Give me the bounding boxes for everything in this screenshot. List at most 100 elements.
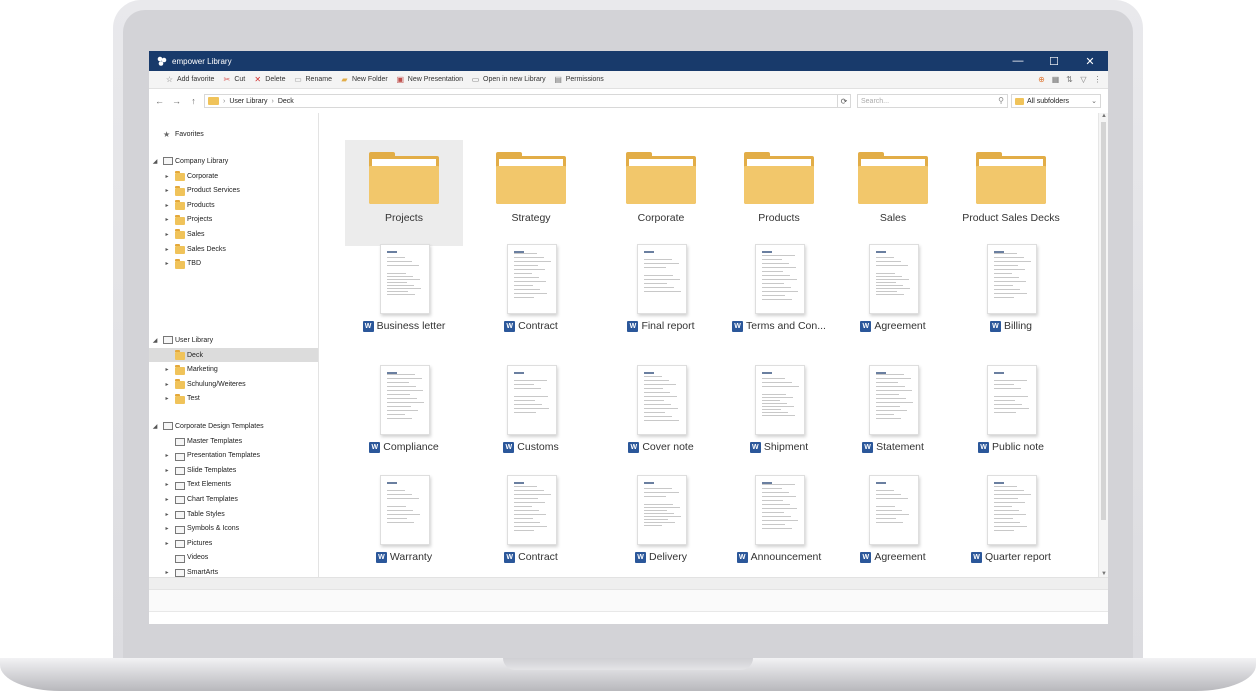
delete-button[interactable]: ✕ Delete	[253, 75, 285, 84]
folder-corporate[interactable]: Corporate	[602, 140, 720, 246]
rename-button[interactable]: ▭ Rename	[294, 75, 332, 84]
expand-arrow-icon[interactable]: ▸	[163, 231, 171, 238]
tree-item-chart-templates[interactable]: ▸ Chart Templates	[149, 492, 318, 506]
expand-arrow-icon[interactable]: ▸	[163, 202, 171, 209]
document-public-note[interactable]: W Public note	[952, 365, 1070, 465]
document-contract[interactable]: W Contract	[472, 244, 590, 344]
document-customs[interactable]: W Customs	[472, 365, 590, 465]
document-label: Customs	[517, 441, 559, 453]
tree-item-projects[interactable]: ▸ Projects	[149, 213, 318, 227]
scroll-thumb[interactable]	[1101, 122, 1106, 520]
maximize-button[interactable]: ☐	[1036, 51, 1072, 71]
folder-strategy[interactable]: Strategy	[472, 140, 590, 246]
forward-button[interactable]: →	[170, 96, 183, 106]
document-contract[interactable]: W Contract	[472, 475, 590, 575]
tree-item-products[interactable]: ▸ Products	[149, 198, 318, 212]
open-in-new-library-button[interactable]: ▭ Open in new Library	[471, 75, 546, 84]
document-compliance[interactable]: W Compliance	[345, 365, 463, 465]
tree-item-symbols-icons[interactable]: ▸ Symbols & Icons	[149, 522, 318, 536]
expand-arrow-icon[interactable]: ▸	[163, 481, 171, 488]
expand-arrow-icon[interactable]: ▸	[163, 540, 171, 547]
tree-item-tbd[interactable]: ▸ TBD	[149, 257, 318, 271]
tree-item-schulung-weiteres[interactable]: ▸ Schulung/Weiteres	[149, 377, 318, 391]
new-folder-button[interactable]: ▰ New Folder	[340, 75, 387, 84]
expand-arrow-icon[interactable]: ▸	[163, 467, 171, 474]
permissions-button[interactable]: ▤ Permissions	[554, 75, 603, 84]
cut-button[interactable]: ✂ Cut	[222, 75, 246, 84]
tree-item-marketing[interactable]: ▸ Marketing	[149, 363, 318, 377]
expand-arrow-icon[interactable]: ▸	[163, 452, 171, 459]
breadcrumb-user-library[interactable]: User Library	[229, 98, 267, 105]
tree-item-slide-templates[interactable]: ▸ Slide Templates	[149, 463, 318, 477]
document-statement[interactable]: W Statement	[834, 365, 952, 465]
filter-icon[interactable]: ▽	[1079, 74, 1088, 84]
expand-arrow-icon[interactable]: ▸	[163, 395, 171, 402]
tree-item-product-services[interactable]: ▸ Product Services	[149, 184, 318, 198]
expand-arrow-icon[interactable]: ▸	[163, 187, 171, 194]
view-icon[interactable]: ▦	[1051, 74, 1060, 84]
document-terms-and-con[interactable]: W Terms and Con...	[720, 244, 838, 344]
up-button[interactable]: ↑	[187, 96, 200, 106]
tree-item-table-styles[interactable]: ▸ Table Styles	[149, 507, 318, 521]
breadcrumb-deck[interactable]: Deck	[278, 98, 294, 105]
tree-item-favorites[interactable]: ★ Favorites	[149, 127, 318, 141]
sort-icon[interactable]: ⇅	[1065, 74, 1074, 84]
tree-item-corporate-design-templates[interactable]: ◢ Corporate Design Templates	[149, 419, 318, 433]
permissions-icon: ▤	[554, 75, 562, 84]
tree-item-deck[interactable]: Deck	[149, 348, 318, 362]
expand-arrow-icon[interactable]: ▸	[163, 216, 171, 223]
scroll-up-icon[interactable]: ▲	[1100, 113, 1108, 119]
folder-product-sales-decks[interactable]: Product Sales Decks	[952, 140, 1070, 246]
vertical-scrollbar[interactable]: ▲ ▼	[1098, 113, 1108, 577]
back-button[interactable]: ←	[153, 96, 166, 106]
tree-item-company-library[interactable]: ◢ Company Library	[149, 154, 318, 168]
expand-arrow-icon[interactable]: ▸	[163, 496, 171, 503]
document-quarter-report[interactable]: W Quarter report	[952, 475, 1070, 575]
expand-arrow-icon[interactable]: ▸	[163, 511, 171, 518]
document-cover-note[interactable]: W Cover note	[602, 365, 720, 465]
scope-dropdown[interactable]: All subfolders ⌄	[1011, 94, 1101, 108]
tree-item-master-templates[interactable]: Master Templates	[149, 434, 318, 448]
globe-icon[interactable]: ⊕	[1037, 74, 1046, 84]
minimize-button[interactable]: —	[1000, 51, 1036, 71]
document-final-report[interactable]: W Final report	[602, 244, 720, 344]
search-input[interactable]: Search... ⚲	[857, 94, 1008, 108]
document-shipment[interactable]: W Shipment	[720, 365, 838, 465]
collapse-arrow-icon[interactable]: ◢	[151, 423, 159, 430]
expand-arrow-icon[interactable]: ▸	[163, 569, 171, 576]
tree-item-corporate[interactable]: ▸ Corporate	[149, 169, 318, 183]
tree-item-pictures[interactable]: ▸ Pictures	[149, 536, 318, 550]
tree-item-text-elements[interactable]: ▸ Text Elements	[149, 478, 318, 492]
add-favorite-button[interactable]: ☆ Add favorite	[165, 75, 214, 84]
collapse-arrow-icon[interactable]: ◢	[151, 337, 159, 344]
document-warranty[interactable]: W Warranty	[345, 475, 463, 575]
tree-item-test[interactable]: ▸ Test	[149, 392, 318, 406]
more-icon[interactable]: ⋮	[1093, 74, 1102, 84]
expand-arrow-icon[interactable]: ▸	[163, 525, 171, 532]
expand-arrow-icon[interactable]: ▸	[163, 260, 171, 267]
folder-sales[interactable]: Sales	[834, 140, 952, 246]
expand-arrow-icon[interactable]: ▸	[163, 366, 171, 373]
document-delivery[interactable]: W Delivery	[602, 475, 720, 575]
new-presentation-button[interactable]: ▣ New Presentation	[396, 75, 463, 84]
refresh-button[interactable]: ⟳	[837, 94, 851, 108]
tree-item-sales-decks[interactable]: ▸ Sales Decks	[149, 242, 318, 256]
expand-arrow-icon[interactable]: ▸	[163, 173, 171, 180]
path-field[interactable]: › User Library › Deck	[204, 94, 851, 108]
document-agreement[interactable]: W Agreement	[834, 244, 952, 344]
document-announcement[interactable]: W Announcement	[720, 475, 838, 575]
collapse-arrow-icon[interactable]: ◢	[151, 158, 159, 165]
close-button[interactable]: ✕	[1072, 51, 1108, 71]
folder-products[interactable]: Products	[720, 140, 838, 246]
word-document-icon: W	[504, 551, 516, 563]
tree-item-sales[interactable]: ▸ Sales	[149, 227, 318, 241]
expand-arrow-icon[interactable]: ▸	[163, 381, 171, 388]
tree-item-presentation-templates[interactable]: ▸ Presentation Templates	[149, 449, 318, 463]
document-agreement[interactable]: W Agreement	[834, 475, 952, 575]
folder-projects[interactable]: Projects	[345, 140, 463, 246]
tree-item-videos[interactable]: Videos	[149, 551, 318, 565]
document-billing[interactable]: W Billing	[952, 244, 1070, 344]
tree-item-user-library[interactable]: ◢ User Library	[149, 333, 318, 347]
expand-arrow-icon[interactable]: ▸	[163, 246, 171, 253]
document-business-letter[interactable]: W Business letter	[345, 244, 463, 344]
